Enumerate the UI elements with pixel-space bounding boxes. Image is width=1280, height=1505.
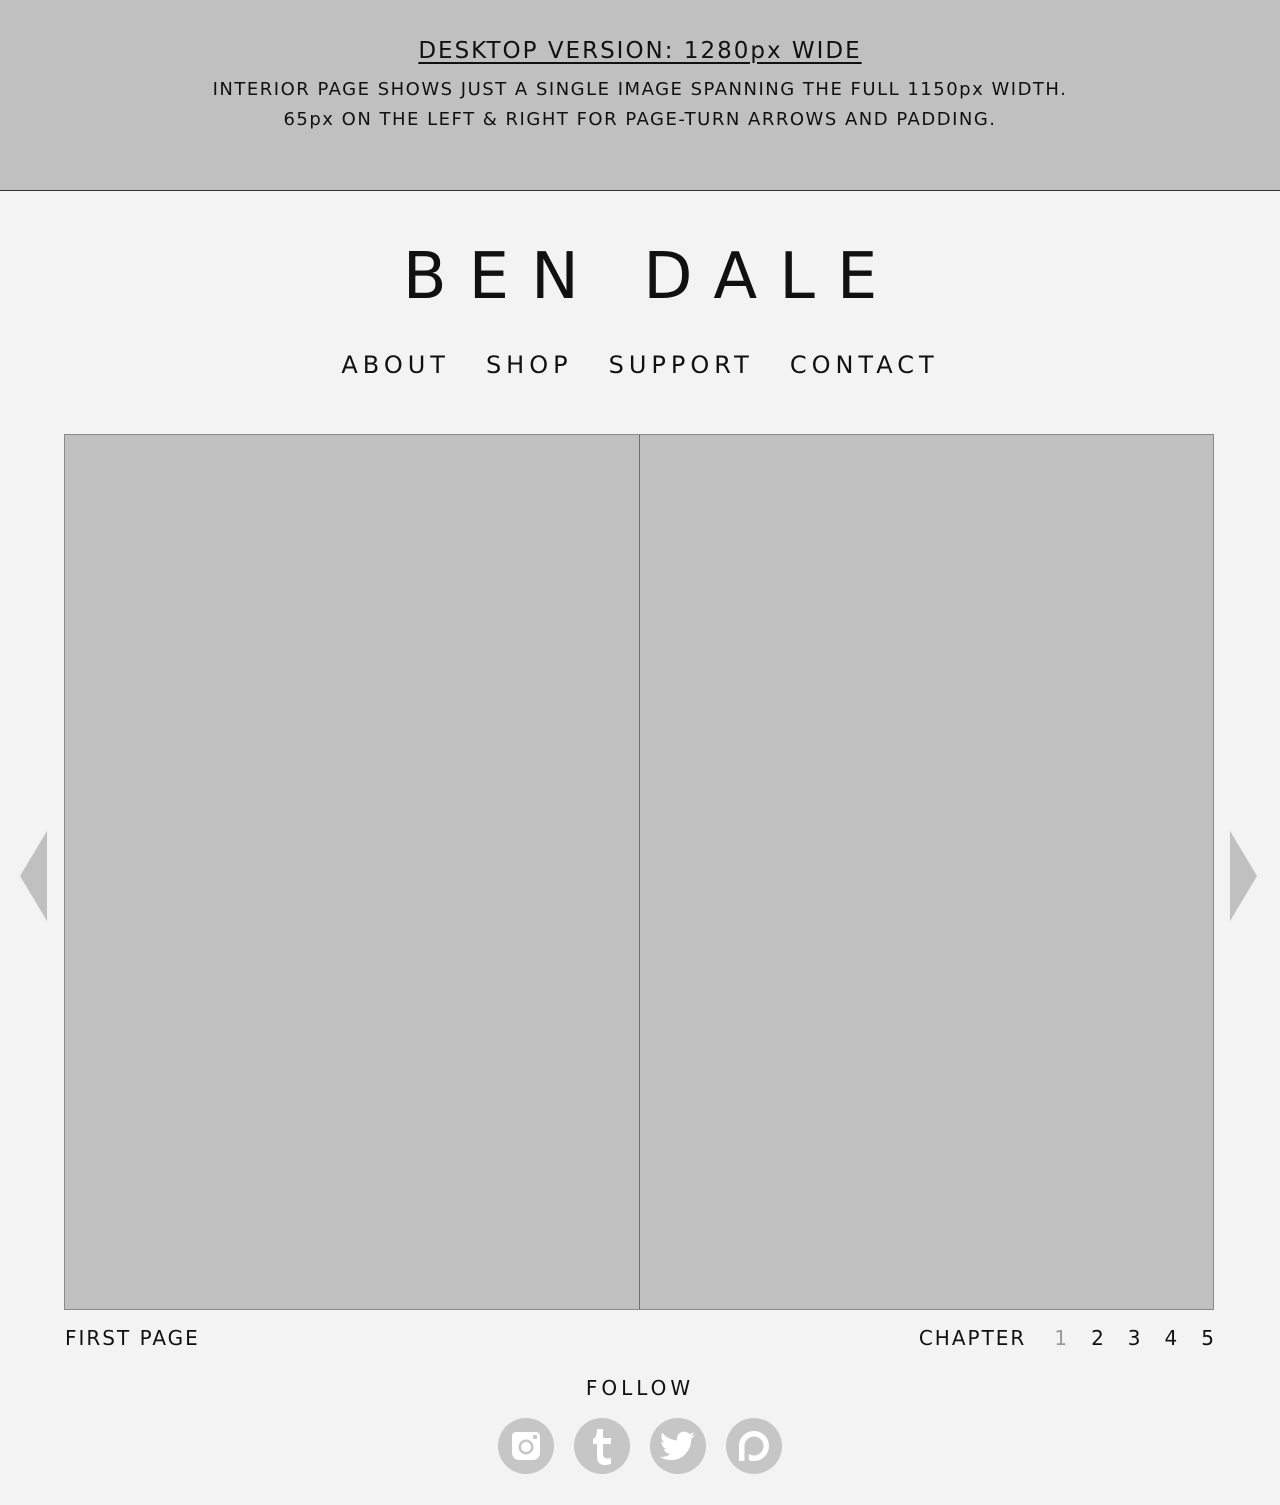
- twitter-link[interactable]: [650, 1418, 706, 1474]
- nav-item-shop[interactable]: SHOP: [486, 351, 573, 379]
- chapter-link-5[interactable]: 5: [1201, 1326, 1216, 1350]
- site-logo[interactable]: BEN DALE: [0, 240, 1280, 314]
- previous-page-arrow[interactable]: [20, 831, 47, 921]
- design-note-banner: DESKTOP VERSION: 1280px WIDE INTERIOR PA…: [0, 0, 1280, 191]
- chapter-link-4[interactable]: 4: [1165, 1326, 1180, 1350]
- design-note-title: DESKTOP VERSION: 1280px WIDE: [418, 38, 862, 64]
- design-note-line: 65px ON THE LEFT & RIGHT FOR PAGE-TURN A…: [283, 109, 997, 130]
- comic-page-left: [65, 435, 640, 1309]
- nav-item-contact[interactable]: CONTACT: [790, 351, 939, 379]
- instagram-link[interactable]: [498, 1418, 554, 1474]
- instagram-icon: [512, 1432, 540, 1460]
- comic-page-spread: [64, 434, 1214, 1310]
- chapter-nav: CHAPTER 1 2 3 4 5: [919, 1326, 1216, 1350]
- tumblr-icon: [593, 1429, 611, 1465]
- follow-label: FOLLOW: [585, 1376, 695, 1400]
- tumblr-link[interactable]: [574, 1418, 630, 1474]
- twitter-icon: [660, 1431, 695, 1461]
- chapter-label: CHAPTER: [918, 1326, 1027, 1350]
- chapter-link-1[interactable]: 1: [1054, 1326, 1069, 1350]
- comic-page-right: [639, 435, 1213, 1309]
- chapter-link-2[interactable]: 2: [1091, 1326, 1106, 1350]
- social-links: [0, 1418, 1280, 1474]
- chevron-left-triangle-icon: [20, 831, 47, 921]
- nav-item-about[interactable]: ABOUT: [341, 351, 450, 379]
- first-page-link[interactable]: FIRST PAGE: [65, 1326, 200, 1350]
- patreon-link[interactable]: [726, 1418, 782, 1474]
- next-page-arrow[interactable]: [1230, 831, 1257, 921]
- nav-item-support[interactable]: SUPPORT: [609, 351, 754, 379]
- chevron-right-triangle-icon: [1230, 831, 1257, 921]
- main-nav: ABOUT SHOP SUPPORT CONTACT: [0, 351, 1280, 379]
- design-note-line: INTERIOR PAGE SHOWS JUST A SINGLE IMAGE …: [212, 79, 1068, 100]
- patreon-icon: [739, 1431, 769, 1461]
- chapter-link-3[interactable]: 3: [1128, 1326, 1143, 1350]
